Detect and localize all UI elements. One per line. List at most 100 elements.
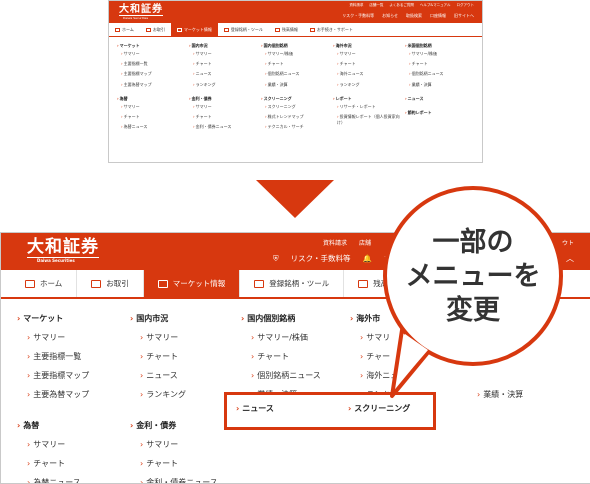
menu-item[interactable]: サマリー (27, 435, 89, 454)
menu-item[interactable]: 海外ニュー (360, 366, 406, 385)
chevron-up-icon[interactable]: ︿ (566, 253, 574, 264)
util-link-docs[interactable]: 資料請求 (323, 238, 347, 247)
tab-trade[interactable]: お取引 (77, 270, 144, 297)
menu-item[interactable]: 主要指標一覧 (27, 347, 89, 366)
menu-item-screening[interactable]: スクリーニング (348, 403, 410, 414)
thumb-menu-item[interactable]: 個別銘柄ニュース (265, 71, 333, 77)
thumb-util-button[interactable]: 取扱検索 (406, 13, 422, 19)
menu-item[interactable]: 業績・決算 (477, 385, 523, 404)
thumb-tab-support[interactable]: お手続き・サポート (304, 23, 359, 36)
thumb-tab-market[interactable]: マーケット情報 (170, 23, 218, 36)
thumb-menu-heading[interactable]: 為替 (117, 96, 189, 102)
thumb-menu-item[interactable]: チャート (337, 61, 405, 67)
thumb-menu-item[interactable]: 個別銘柄ニュース (409, 71, 477, 77)
thumb-menu-item[interactable]: ニュース (193, 71, 261, 77)
risk-fee-link[interactable]: リスク・手数料等 (291, 253, 351, 264)
thumb-menu-item[interactable]: ランキング (337, 82, 405, 88)
menu-item[interactable]: 主要指標マップ (27, 366, 89, 385)
menu-item[interactable]: 金利・債券ニュース (140, 473, 218, 483)
thumb-menu-heading[interactable]: 節約レポート (405, 110, 477, 116)
menu-item[interactable]: チャート (140, 454, 218, 473)
menu-item[interactable]: サマリー/株価 (251, 328, 321, 347)
thumb-util-link[interactable]: 資料請求 (349, 3, 363, 8)
thumb-menu-item[interactable]: サマリー/株価 (409, 51, 477, 57)
menu-item[interactable]: ニュース (140, 366, 218, 385)
menu-item[interactable]: ランキング (140, 385, 218, 404)
thumb-menu-item[interactable]: チャート (121, 114, 189, 120)
thumb-menu-item[interactable]: 為替ニュース (121, 124, 189, 130)
trade-icon (145, 27, 151, 32)
thumb-menu-item[interactable]: チャート (409, 61, 477, 67)
thumb-menu-item[interactable]: ランキング (193, 82, 261, 88)
menu-heading[interactable]: 国内市況 (130, 309, 218, 328)
thumb-menu-item[interactable]: サマリー (193, 51, 261, 57)
thumb-menu-item[interactable]: 主要為替マップ (121, 82, 189, 88)
menu-item-news[interactable]: ニュース (236, 403, 274, 414)
thumb-util-link[interactable]: 店舗一覧 (369, 3, 383, 8)
thumb-menu-item[interactable]: リサーチ・レポート (337, 104, 405, 110)
tab-home[interactable]: ホーム (11, 270, 78, 297)
menu-item[interactable]: チャート (140, 347, 218, 366)
thumb-menu-heading[interactable]: 国内市況 (189, 43, 261, 49)
thumb-tab-tools[interactable]: 登録銘柄・ツール (218, 23, 269, 36)
thumb-menu-item[interactable]: 主要指標マップ (121, 71, 189, 77)
thumb-menu-item[interactable]: 金利・債券ニュース (193, 124, 261, 130)
thumb-menu-heading[interactable]: 米国個別銘柄 (405, 43, 477, 49)
thumb-menu-heading[interactable]: 海外市況 (333, 43, 405, 49)
thumb-menu-item[interactable]: テクニカル・サーチ (265, 124, 333, 130)
menu-item[interactable]: 主要為替マップ (27, 385, 89, 404)
thumb-tab-home[interactable]: ホーム (109, 23, 140, 36)
thumb-menu-heading[interactable]: レポート (333, 96, 405, 102)
thumb-logo[interactable]: 大和証券 (119, 4, 163, 16)
logout-link[interactable]: ウト (562, 238, 574, 247)
menu-heading[interactable]: 為替 (17, 416, 89, 435)
thumb-util-link[interactable]: ログアウト (457, 3, 475, 8)
menu-item[interactable]: サマリー (140, 328, 218, 347)
thumb-tab-balance[interactable]: 残高情報 (269, 23, 304, 36)
thumb-menu-heading[interactable]: 金利・債券 (189, 96, 261, 102)
thumb-util-button[interactable]: 口座情報 (430, 13, 446, 19)
menu-item[interactable]: サマリ (360, 328, 406, 347)
thumb-menu-item[interactable]: サマリー (121, 51, 189, 57)
thumb-menu-item[interactable]: サマリー (121, 104, 189, 110)
thumb-menu-heading[interactable]: スクリーニング (261, 96, 333, 102)
thumb-menu-item[interactable]: 業績・決算 (265, 82, 333, 88)
thumb-menu-item[interactable]: チャート (265, 61, 333, 67)
thumb-logo-sub: Daiwa Securities (123, 16, 149, 20)
menu-item[interactable]: サマリー (27, 328, 89, 347)
thumb-menu-item[interactable]: 株式トレンドマップ (265, 114, 333, 120)
menu-item[interactable]: 為替ニュース (27, 473, 89, 483)
thumb-menu-item[interactable]: スクリーニング (265, 104, 333, 110)
thumb-menu-item[interactable]: 主要指標一覧 (121, 61, 189, 67)
util-link-stores[interactable]: 店舗 (359, 238, 371, 247)
thumb-menu-item[interactable]: チャート (193, 61, 261, 67)
menu-item[interactable]: チャー (360, 347, 406, 366)
menu-item[interactable]: チャート (27, 454, 89, 473)
thumb-menu-item[interactable]: 投資情報レポート（個人投資家向け） (337, 114, 405, 126)
thumb-util-button[interactable]: お知らせ (382, 13, 398, 19)
thumb-menu-item[interactable]: チャート (193, 114, 261, 120)
thumb-menu-heading[interactable]: 国内個別銘柄 (261, 43, 333, 49)
menu-heading[interactable]: 国内個別銘柄 (241, 309, 321, 328)
thumb-menu-item[interactable]: 海外ニュース (337, 71, 405, 77)
thumb-menu-item[interactable]: サマリー (193, 104, 261, 110)
menu-item[interactable]: 個別銘柄ニュース (251, 366, 321, 385)
thumb-util-link[interactable]: よくあるご質問 (389, 3, 414, 8)
thumb-menu-heading[interactable]: マーケット (117, 43, 189, 49)
thumb-tab-trade[interactable]: お取引 (140, 23, 171, 36)
menu-heading[interactable]: 金利・債券 (130, 416, 218, 435)
support-icon (309, 27, 315, 32)
tab-registered-tools[interactable]: 登録銘柄・ツール (240, 270, 345, 297)
thumb-menu-item[interactable]: サマリー (337, 51, 405, 57)
tab-market-info[interactable]: マーケット情報 (143, 270, 241, 297)
menu-item[interactable]: サマリー (140, 435, 218, 454)
thumb-menu-item[interactable]: 業績・決算 (409, 82, 477, 88)
thumb-menu-item[interactable]: サマリー/株価 (265, 51, 333, 57)
thumb-util-link[interactable]: ヘルプ&マニュアル (420, 3, 451, 8)
logo[interactable]: 大和証券 (27, 239, 99, 258)
menu-heading[interactable]: マーケット (17, 309, 89, 328)
thumb-menu-heading[interactable]: ニュース (405, 96, 477, 102)
menu-item[interactable]: チャート (251, 347, 321, 366)
thumb-util-button[interactable]: 旧サイトへ (454, 13, 474, 19)
thumb-util-button[interactable]: リスク・手数料等 (342, 13, 374, 19)
